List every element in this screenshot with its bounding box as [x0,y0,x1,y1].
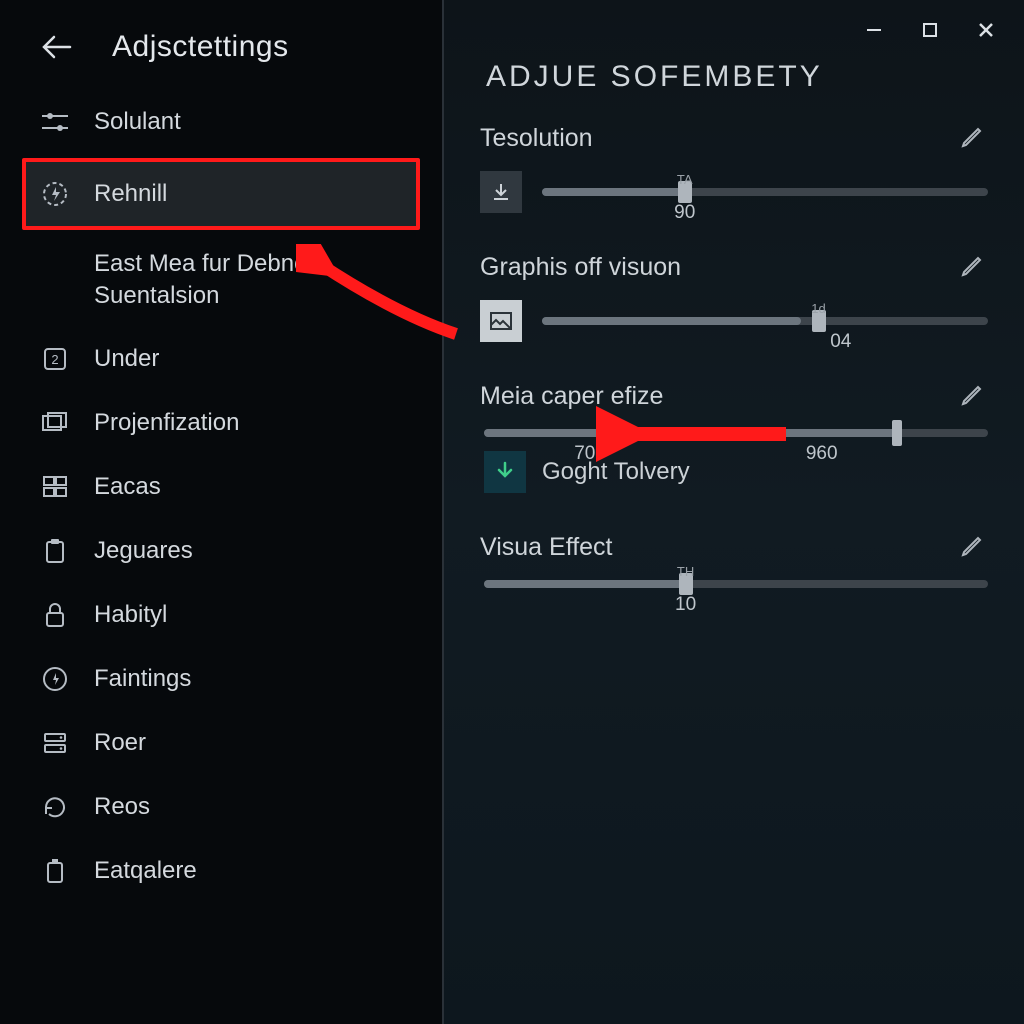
setting-graphis: Graphis off visuon 1d 04 [480,253,988,342]
slider-tick: TH [677,564,694,579]
clock-bolt-icon [40,664,70,694]
setting-label: Graphis off visuon [480,253,681,282]
sidebar-item-label: Faintings [94,665,191,693]
sidebar-item-label: Eatqalere [94,857,197,885]
setting-meia: Meia caper efize 70 960 [480,382,988,493]
edit-icon[interactable] [960,254,988,282]
svg-text:2: 2 [51,352,58,367]
slider-graphis[interactable]: 1d 04 [542,317,988,325]
sidebar-item-label: Solulant [94,108,181,136]
image-icon [480,300,522,342]
sidebar-item-label: Rehnill [94,180,167,208]
sidebar: Adjsctettings Solulant Rehnill East Mea … [0,0,442,1024]
sidebar-title: Adjsctettings [112,30,289,64]
sidebar-item-rehnill[interactable]: Rehnill [22,158,420,230]
blank-icon [40,248,70,278]
slider-tesolution[interactable]: TA 90 [542,188,988,196]
slider-meia[interactable]: 70 960 [484,429,988,437]
frames-icon [40,408,70,438]
slider-value: 10 [675,594,696,616]
sidebar-item-label: Habityl [94,601,167,629]
minimize-button[interactable] [850,10,898,50]
sidebar-item-roer[interactable]: Roer [26,711,416,775]
sidebar-item-solulant[interactable]: Solulant [26,90,416,154]
edit-icon[interactable] [960,383,988,411]
close-button[interactable] [962,10,1010,50]
clipboard-icon [40,536,70,566]
edit-icon[interactable] [960,534,988,562]
setting-label: Visua Effect [480,533,613,562]
main-panel: ADJUE SOFEMBETY Tesolution TA [442,0,1024,1024]
sidebar-item-projenfization[interactable]: Projenfization [26,391,416,455]
sidebar-header: Adjsctettings [0,18,442,90]
sidebar-item-eacas[interactable]: Eacas [26,455,416,519]
setting-visua: Visua Effect TH 10 [480,533,988,588]
settings-list: Tesolution TA 90 [444,94,1024,588]
goggle-label: Goght Tolvery [542,458,690,486]
number-box-icon: 2 [40,344,70,374]
sidebar-item-jeguares[interactable]: Jeguares [26,519,416,583]
slider-value: 90 [674,202,695,224]
sidebar-item-label: Jeguares [94,537,193,565]
window-controls [836,0,1024,60]
sidebar-item-eatqalere[interactable]: Eatqalere [26,839,416,903]
sidebar-item-eastmea[interactable]: East Mea fur Debnol Suentalsion [26,234,416,327]
setting-tesolution: Tesolution TA 90 [480,124,988,213]
sidebar-items: Solulant Rehnill East Mea fur Debnol Sue… [0,90,442,903]
bolt-circle-icon [40,179,70,209]
sidebar-item-label: Eacas [94,473,161,501]
setting-label: Tesolution [480,124,593,153]
battery-icon [40,856,70,886]
grid-icon [40,472,70,502]
download-green-icon [484,451,526,493]
setting-label: Meia caper efize [480,382,663,411]
lock-icon [40,600,70,630]
slider-tick: TA [677,172,693,187]
slider-tick: 1d [811,301,825,316]
sidebar-item-habityl[interactable]: Habityl [26,583,416,647]
sidebar-item-label: Under [94,345,159,373]
tune-icon [40,107,70,137]
download-icon [480,171,522,213]
sidebar-item-label: Projenfization [94,409,239,437]
sidebar-item-reos[interactable]: Reos [26,775,416,839]
back-arrow-icon[interactable] [40,33,74,61]
edit-icon[interactable] [960,125,988,153]
sidebar-item-label: Roer [94,729,146,757]
slider-visua[interactable]: TH 10 [484,580,988,588]
sidebar-item-faintings[interactable]: Faintings [26,647,416,711]
sidebar-item-under[interactable]: 2 Under [26,327,416,391]
sidebar-item-label: Reos [94,793,150,821]
server-icon [40,728,70,758]
refresh-icon [40,792,70,822]
slider-value: 04 [830,331,851,353]
maximize-button[interactable] [906,10,954,50]
sidebar-item-label: East Mea fur Debnol Suentalsion [94,248,404,313]
